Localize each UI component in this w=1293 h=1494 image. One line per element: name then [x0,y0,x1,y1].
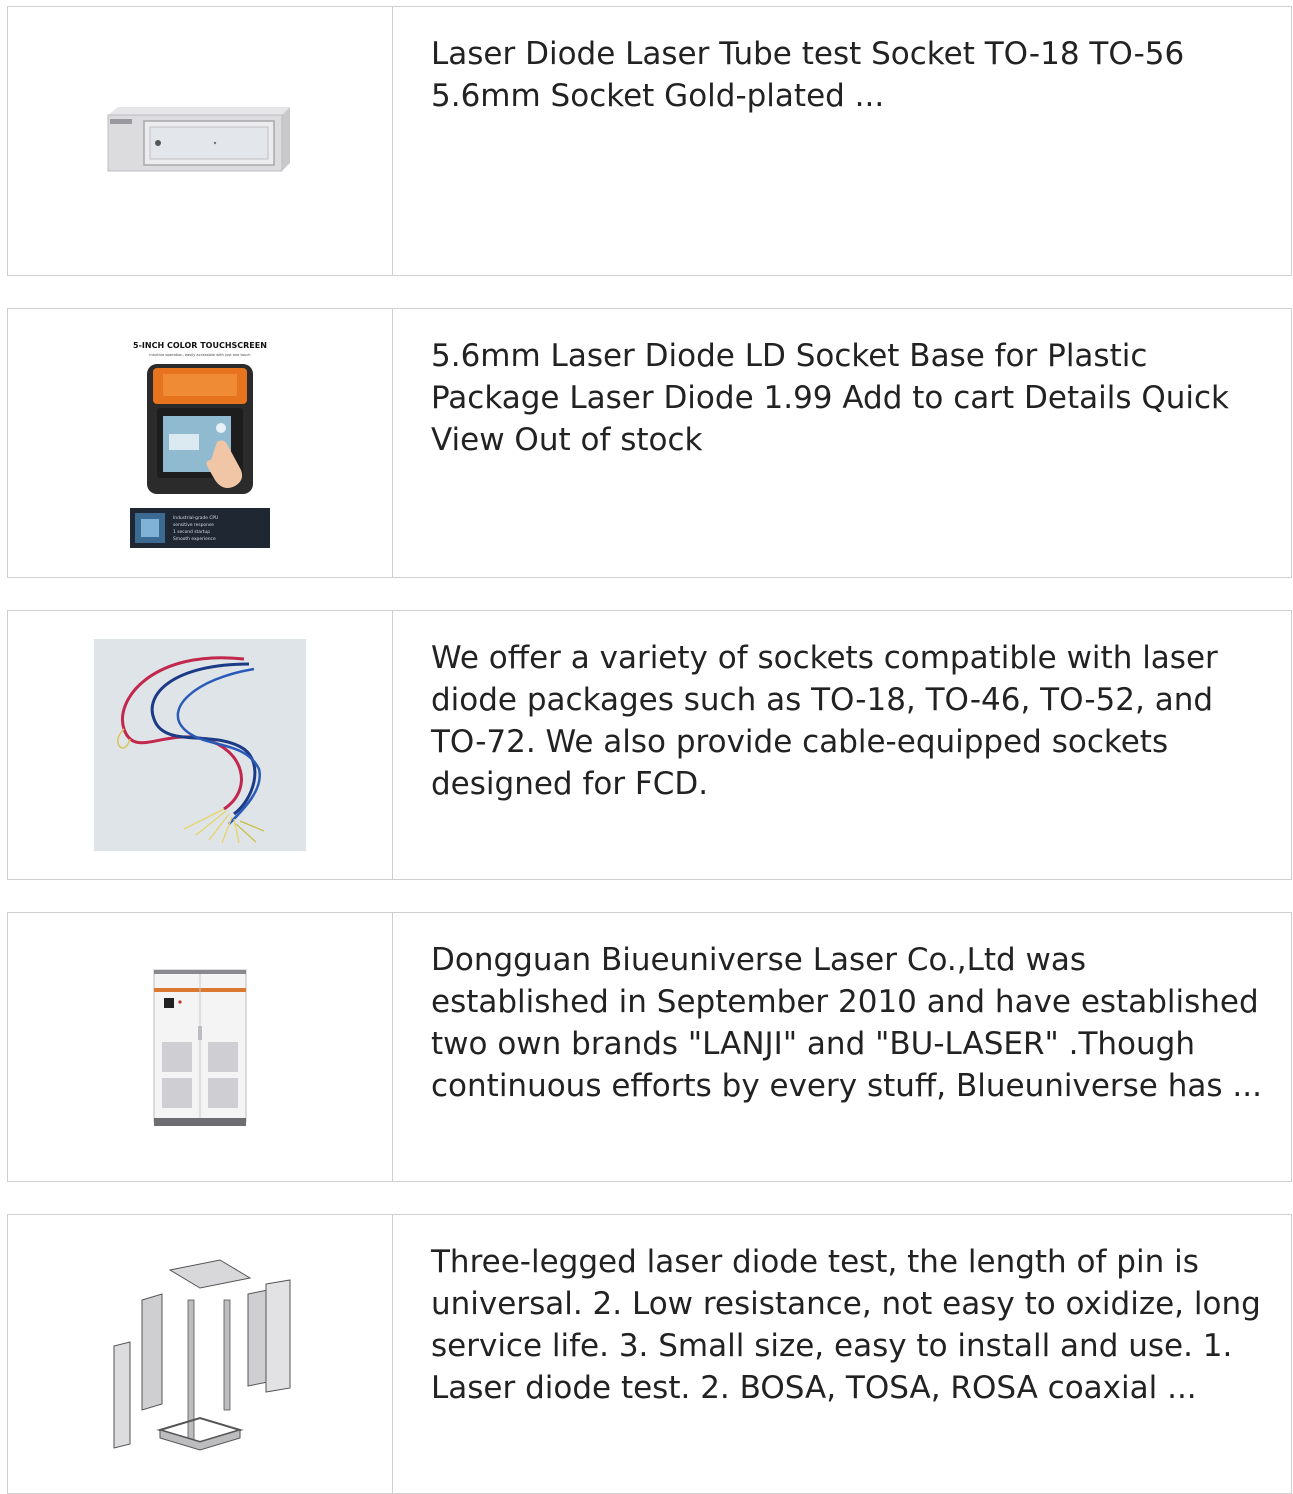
product-image[interactable] [8,1215,393,1493]
product-description[interactable]: Three-legged laser diode test, the lengt… [393,1215,1291,1493]
product-image[interactable]: 5-INCH COLOR TOUCHSCREEN Intuitive opera… [8,309,393,577]
product-description[interactable]: Dongguan Biueuniverse Laser Co.,Ltd was … [393,913,1291,1181]
product-description[interactable]: We offer a variety of sockets compatible… [393,611,1291,879]
image-title: 5-INCH COLOR TOUCHSCREEN [133,341,267,350]
product-card[interactable]: Laser Diode Laser Tube test Socket TO-18… [7,6,1292,276]
product-card[interactable]: Three-legged laser diode test, the lengt… [7,1214,1292,1494]
product-image[interactable] [8,611,393,879]
image-subtitle: Intuitive operation, easily accessible w… [149,353,250,357]
image-feature: 1 second startup [173,529,210,535]
fiber-cables-image [94,639,306,851]
product-card[interactable]: 5-INCH COLOR TOUCHSCREEN Intuitive opera… [7,308,1292,578]
fusion-splicer-image: 5-INCH COLOR TOUCHSCREEN Intuitive opera… [130,341,270,548]
product-image[interactable] [8,913,393,1181]
product-list: Laser Diode Laser Tube test Socket TO-18… [0,0,1293,1494]
image-feature: Industrial-grade CPU [173,515,218,521]
wall-mount-cabinet-image [107,107,290,172]
product-description[interactable]: Laser Diode Laser Tube test Socket TO-18… [393,7,1291,275]
image-feature: Smooth experience [173,536,216,542]
image-feature: sensitive response [173,522,214,528]
exploded-enclosure-image [113,1259,291,1451]
product-card[interactable]: We offer a variety of sockets compatible… [7,610,1292,880]
power-cabinet-image [153,969,247,1126]
product-card[interactable]: Dongguan Biueuniverse Laser Co.,Ltd was … [7,912,1292,1182]
product-image[interactable] [8,7,393,275]
product-description[interactable]: 5.6mm Laser Diode LD Socket Base for Pla… [393,309,1291,577]
